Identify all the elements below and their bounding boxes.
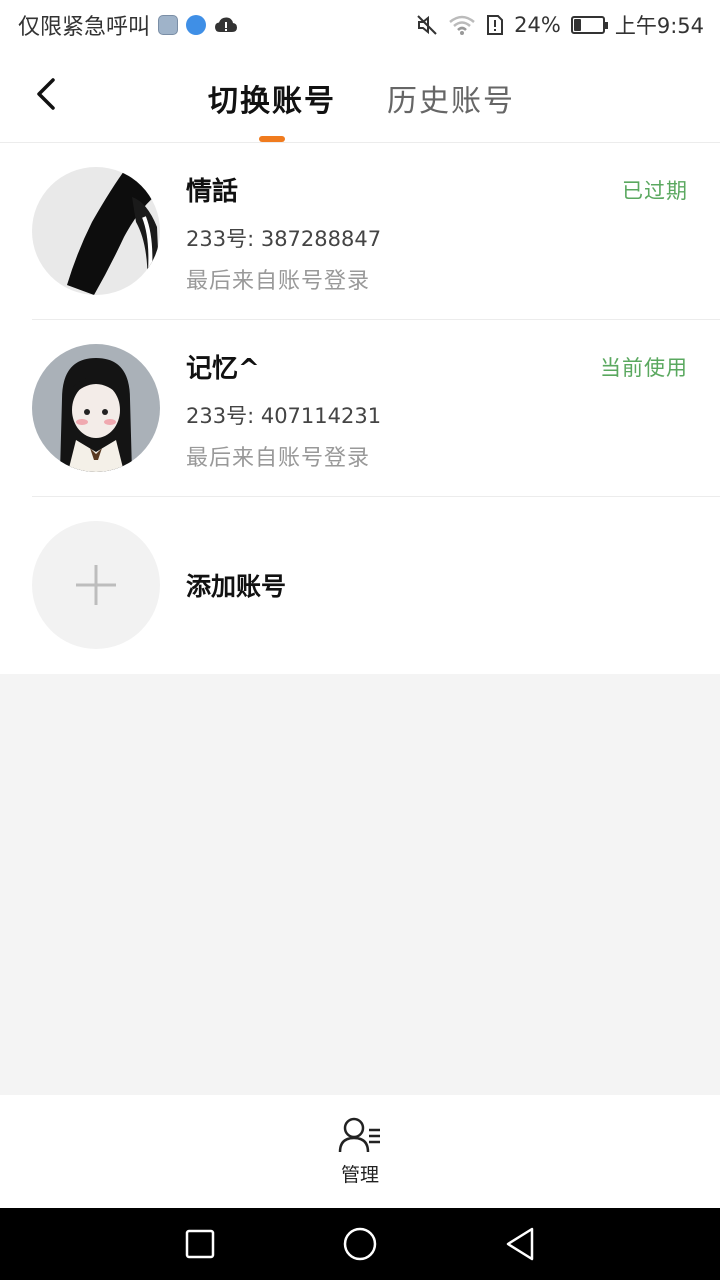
account-row[interactable]: 情話 233号: 387288847 最后来自账号登录 已过期: [0, 143, 720, 320]
browser-icon: [186, 15, 207, 35]
status-right: 24% 上午9:54: [416, 10, 704, 40]
user-manage-icon: [338, 1117, 380, 1153]
manage-button[interactable]: 管理: [0, 1095, 720, 1208]
header: 切换账号 历史账号: [0, 50, 720, 143]
account-list: 情話 233号: 387288847 最后来自账号登录 已过期 记忆^ 233号…: [0, 143, 720, 674]
account-name: 情話: [186, 177, 239, 207]
battery-percent: 24%: [514, 13, 561, 37]
battery-fill: [573, 19, 582, 31]
account-uid: 233号: 407114231: [186, 404, 382, 428]
back-arrow-icon: [37, 78, 55, 110]
screen: 仅限紧急呼叫 24% 上午9:54 切换账号 历史账号 情話 233号: 387…: [0, 0, 720, 1280]
wifi-icon: [449, 15, 475, 35]
last-login-text: 最后来自账号登录: [186, 269, 371, 294]
recents-button[interactable]: [180, 1224, 220, 1264]
tab-switch-account[interactable]: 切换账号: [208, 76, 336, 120]
status-bar: 仅限紧急呼叫 24% 上午9:54: [0, 0, 720, 50]
avatar: [32, 344, 160, 472]
triangle-back-icon: [506, 1227, 534, 1261]
account-name: 记忆^: [186, 354, 260, 384]
sim-app-icon: [158, 15, 179, 35]
sim-alert-icon: [487, 15, 504, 35]
back-button[interactable]: [24, 72, 68, 116]
tab-history-account[interactable]: 历史账号: [387, 76, 515, 120]
clock: 上午9:54: [614, 14, 704, 38]
plus-icon: [76, 565, 116, 605]
account-row[interactable]: 记忆^ 233号: 407114231 最后来自账号登录 当前使用: [0, 320, 720, 497]
avatar: [32, 167, 160, 295]
tab-indicator: [259, 136, 285, 142]
status-left: 仅限紧急呼叫: [18, 9, 238, 41]
cloud-icon: [215, 17, 238, 32]
home-button[interactable]: [340, 1224, 380, 1264]
add-account-button[interactable]: [32, 521, 160, 649]
system-nav-bar: [0, 1208, 720, 1280]
battery-icon: [570, 16, 608, 34]
last-login-text: 最后来自账号登录: [186, 446, 371, 471]
add-account-row[interactable]: 添加账号: [0, 497, 720, 674]
square-icon: [185, 1229, 215, 1259]
circle-icon: [343, 1227, 377, 1261]
status-badge: 已过期: [622, 179, 688, 203]
account-uid: 233号: 387288847: [186, 227, 382, 251]
manage-label: 管理: [340, 1164, 379, 1186]
add-account-label: 添加账号: [186, 572, 287, 601]
back-nav-button[interactable]: [500, 1224, 540, 1264]
status-badge: 当前使用: [600, 356, 688, 380]
mute-icon: [417, 15, 437, 35]
carrier-text: 仅限紧急呼叫: [18, 15, 151, 40]
